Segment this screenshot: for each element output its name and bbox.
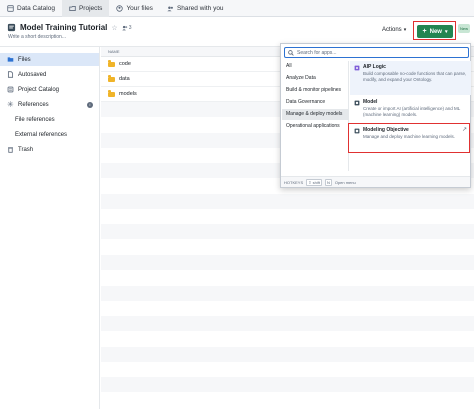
new-app-menu: Search for apps... All Analyze Data Buil… (280, 43, 471, 188)
sidebar-item-external-references[interactable]: External references (0, 128, 99, 141)
n-key: N (324, 178, 332, 186)
category-build-monitor-pipelines[interactable]: Build & monitor pipelines (282, 85, 348, 96)
tab-data-catalog[interactable]: Data Catalog (0, 0, 62, 17)
logic-icon (354, 65, 360, 71)
open-menu-label: Open menu (334, 179, 356, 185)
tab-label: Your files (126, 4, 153, 12)
tab-label: Shared with you (176, 4, 224, 12)
project-icon (7, 23, 16, 32)
category-data-governance[interactable]: Data Governance (282, 97, 348, 108)
tab-your-files[interactable]: Your files (109, 0, 160, 17)
app-name: AIP Logic (363, 64, 386, 70)
search-icon (288, 49, 294, 56)
menu-footer: HOTKEYS ⇧ shift N Open menu (281, 176, 470, 187)
members-badge[interactable]: 3 (121, 24, 132, 31)
app-list: AIP Logic Build composable no-code funct… (350, 61, 471, 171)
category-manage-deploy-models[interactable]: Manage & deploy models (282, 109, 348, 120)
tab-shared-with-you[interactable]: Shared with you (160, 0, 231, 17)
empty-row (101, 392, 474, 408)
user-files-icon (116, 4, 124, 12)
app-description: Build composable no-code functions that … (363, 71, 467, 82)
model-icon (354, 100, 360, 106)
hotkeys-label: HOTKEYS (284, 179, 304, 185)
shift-key: ⇧ shift (306, 178, 322, 186)
tab-projects[interactable]: Projects (61, 0, 110, 17)
star-icon[interactable]: ☆ (111, 24, 117, 32)
row-name: data (119, 76, 130, 82)
page-title[interactable]: Model Training Tutorial (20, 23, 107, 32)
row-name: models (119, 91, 137, 97)
document-icon (7, 71, 14, 78)
info-icon[interactable]: i (87, 101, 93, 108)
folder-icon (108, 60, 115, 67)
actions-button[interactable]: Actions ▾ (382, 27, 406, 33)
catalog-icon (7, 4, 14, 12)
trash-icon (8, 147, 13, 153)
app-name: Model (363, 99, 378, 105)
sidebar-item-trash[interactable]: Trash (0, 143, 99, 156)
sidebar-item-label: References (18, 101, 49, 108)
shared-icon (167, 6, 173, 11)
category-all[interactable]: All (282, 61, 348, 72)
sidebar-item-label: Trash (18, 146, 34, 153)
sidebar-item-label: External references (15, 131, 68, 138)
chevron-down-icon: ▾ (403, 27, 407, 33)
empty-row (101, 300, 474, 316)
sidebar-item-label: Files (18, 56, 31, 63)
sidebar-item-files[interactable]: Files (0, 53, 99, 66)
asterisk-icon: ✳ (7, 100, 14, 109)
files-icon (7, 57, 14, 62)
tab-label: Data Catalog (17, 4, 55, 12)
empty-row (101, 316, 474, 332)
category-list: All Analyze Data Build & monitor pipelin… (282, 61, 349, 171)
modeling-objective-highlight (348, 123, 470, 153)
sidebar-item-file-references[interactable]: File references (0, 113, 99, 126)
app-description: Create or import AI (artificial intellig… (363, 106, 461, 117)
sidebar-item-references[interactable]: ✳ References i (0, 98, 99, 111)
empty-row (101, 239, 474, 255)
empty-row (101, 346, 474, 362)
tab-label: Projects (78, 4, 103, 12)
top-tab-bar: Data Catalog Projects Your files Shared … (0, 0, 474, 17)
empty-row (101, 209, 474, 225)
empty-row (101, 270, 474, 286)
empty-row (101, 377, 474, 393)
app-item-aip-logic[interactable]: AIP Logic Build composable no-code funct… (350, 61, 471, 95)
folder-icon (108, 75, 115, 82)
sidebar-item-label: File references (15, 116, 55, 123)
description-field[interactable]: Write a short description... (8, 34, 66, 40)
actions-label: Actions (382, 27, 402, 33)
app-item-model[interactable]: Model Create or import AI (artificial in… (350, 96, 471, 123)
sidebar-item-label: Autosaved (18, 71, 47, 78)
empty-row (101, 255, 474, 270)
empty-row (101, 193, 474, 209)
empty-row (101, 224, 474, 240)
empty-row (101, 331, 474, 347)
members-icon (121, 25, 127, 30)
category-operational-applications[interactable]: Operational applications (282, 121, 348, 132)
member-count: 3 (128, 24, 132, 31)
category-analyze-data[interactable]: Analyze Data (282, 73, 348, 84)
sidebar-item-autosaved[interactable]: Autosaved (0, 68, 99, 81)
new-badge: New (458, 24, 470, 33)
sidebar-item-project-catalog[interactable]: Project Catalog (0, 83, 99, 96)
empty-row (101, 362, 474, 378)
projects-icon (69, 5, 76, 11)
row-name: code (119, 61, 131, 67)
sidebar: Files Autosaved Project Catalog ✳ Refere… (0, 47, 100, 409)
app-search-input[interactable]: Search for apps... (284, 47, 469, 58)
search-placeholder: Search for apps... (297, 49, 337, 56)
sidebar-item-label: Project Catalog (18, 86, 60, 93)
folder-icon (108, 90, 115, 97)
empty-row (101, 285, 474, 301)
new-button-highlight (413, 21, 456, 40)
catalog-icon (7, 86, 14, 93)
